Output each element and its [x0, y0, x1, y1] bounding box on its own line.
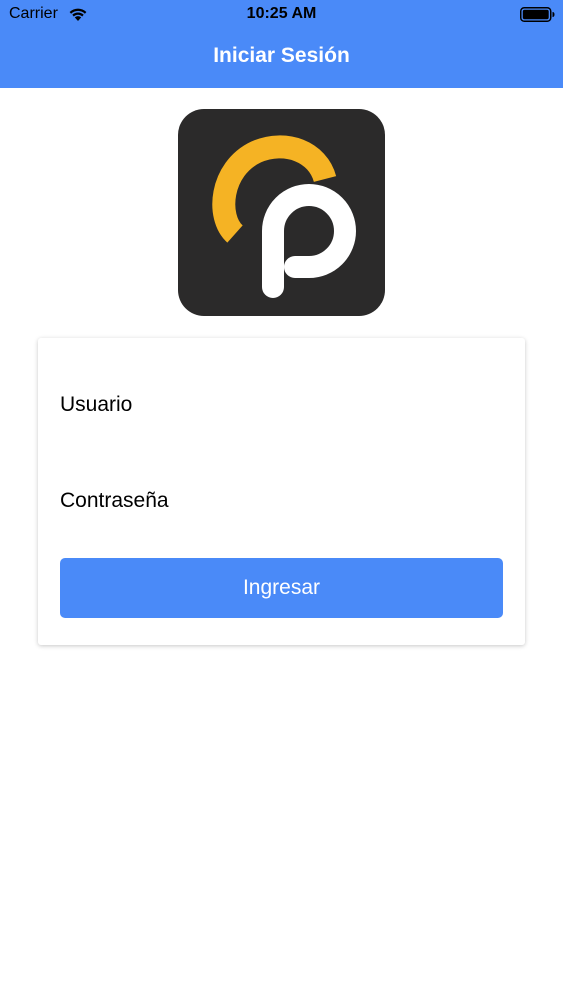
- login-button[interactable]: Ingresar: [60, 558, 503, 618]
- navigation-header: Carrier 10:25 AM Iniciar Sesión: [0, 0, 563, 88]
- username-field[interactable]: [60, 385, 503, 425]
- password-field[interactable]: [60, 481, 503, 521]
- login-card: Ingresar: [38, 338, 525, 645]
- battery-full-icon: [520, 7, 555, 22]
- app-logo: [178, 109, 385, 316]
- status-time: 10:25 AM: [246, 5, 317, 22]
- status-bar: Carrier 10:25 AM: [0, 0, 563, 30]
- page-title: Iniciar Sesión: [213, 44, 350, 67]
- login-button-label: Ingresar: [242, 576, 321, 599]
